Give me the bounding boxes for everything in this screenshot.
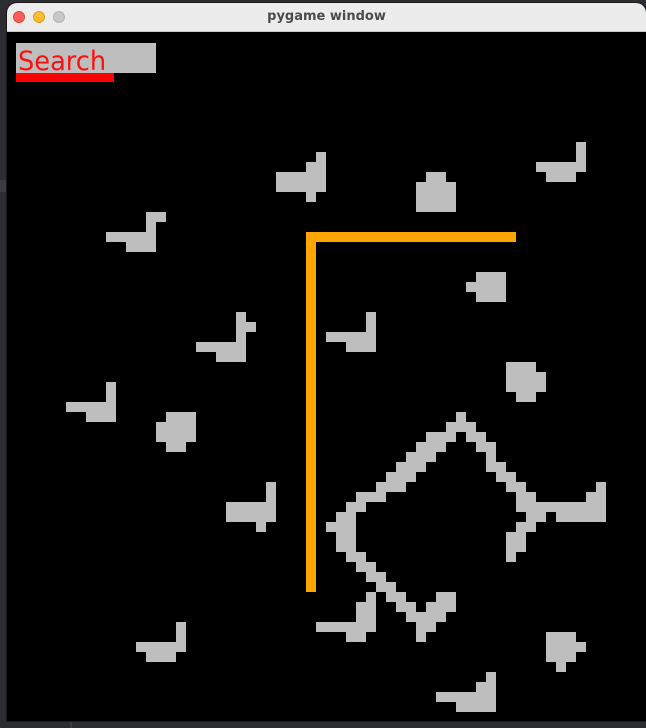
- path-segment-horizontal: [306, 232, 516, 242]
- obstacle-shape: [196, 312, 256, 362]
- obstacle-shape: [506, 362, 546, 402]
- scene-drawing: [66, 142, 606, 712]
- obstacle-shape: [546, 632, 586, 672]
- obstacle-shape: [466, 272, 506, 302]
- desktop-edge-left: [0, 180, 7, 192]
- obstacle-shape: [326, 312, 376, 352]
- obstacle-shape: [226, 482, 276, 532]
- path-segment-vertical: [306, 232, 316, 592]
- obstacle-shape: [156, 412, 196, 452]
- pygame-window: pygame window Search: [7, 3, 646, 721]
- obstacle-shape: [536, 142, 586, 182]
- game-canvas[interactable]: Search: [7, 32, 646, 721]
- desktop-edge-bottom: [70, 721, 72, 728]
- obstacle-shape: [416, 172, 456, 212]
- obstacle-shape: [436, 672, 496, 712]
- search-button[interactable]: Search: [16, 43, 156, 82]
- obstacle-shape: [136, 622, 186, 662]
- obstacles: [66, 142, 606, 712]
- obstacle-shape: [536, 482, 606, 522]
- window-title: pygame window: [267, 9, 386, 24]
- title-bar[interactable]: pygame window: [7, 3, 646, 32]
- obstacle-shape: [66, 382, 116, 422]
- obstacle-shape: [316, 592, 376, 642]
- obstacle-shape: [106, 212, 166, 252]
- search-button-label: Search: [18, 46, 107, 77]
- obstacle-shape: [276, 152, 326, 202]
